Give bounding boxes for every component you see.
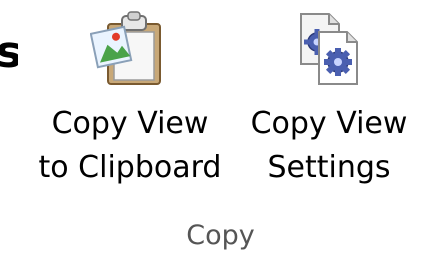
- label-line-2: Settings: [267, 150, 391, 185]
- ribbon-group-label: Copy: [186, 220, 255, 251]
- copy-settings-gear-icon: [289, 8, 369, 88]
- copy-ribbon-group: Copy View to Clipboard Copy View Setting…: [0, 0, 441, 262]
- copy-view-settings-label: Copy View Settings: [251, 102, 408, 190]
- label-line-1: Copy View: [250, 106, 408, 141]
- copy-view-to-clipboard-button[interactable]: Copy View to Clipboard: [26, 0, 234, 210]
- copy-view-settings-button[interactable]: Copy View Settings: [236, 0, 422, 210]
- clipboard-image-icon: [89, 8, 170, 88]
- label-line-1: Copy View: [51, 106, 209, 141]
- copy-view-to-clipboard-label: Copy View to Clipboard: [39, 102, 222, 190]
- label-line-2: to Clipboard: [38, 150, 222, 185]
